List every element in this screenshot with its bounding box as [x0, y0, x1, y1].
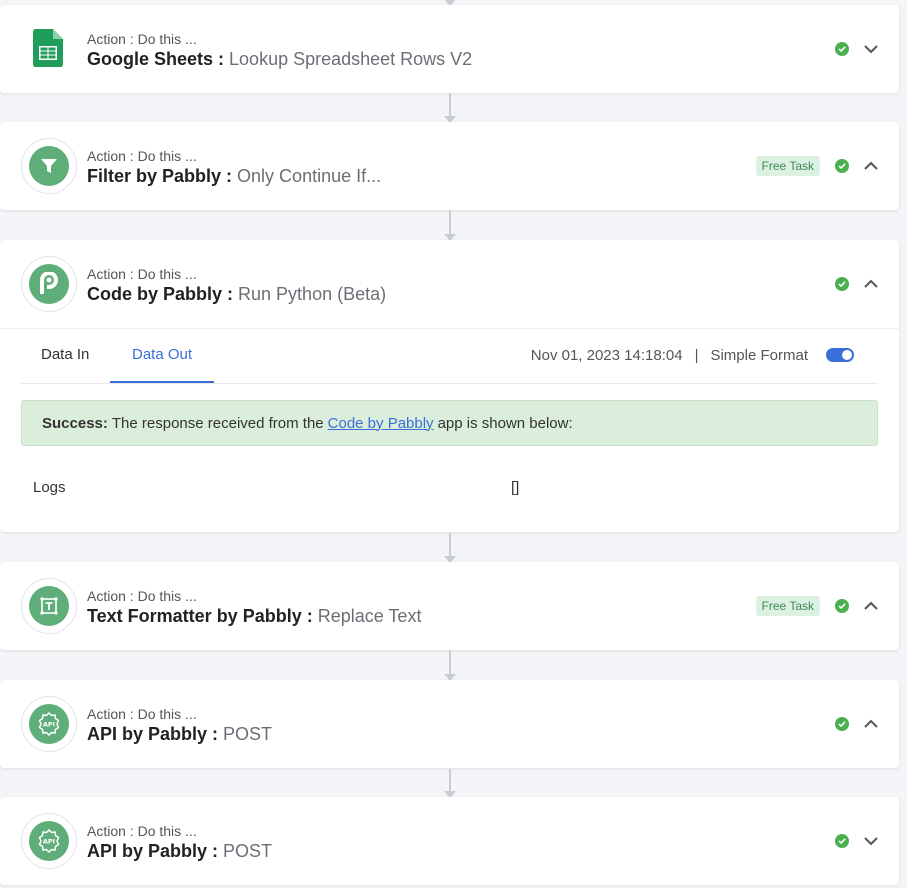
- step-card-api-2[interactable]: API Action : Do this ... API by Pabbly :…: [0, 797, 899, 885]
- check-icon: [835, 42, 849, 56]
- step-title: Code by Pabbly : Run Python (Beta): [87, 284, 386, 305]
- connector-line: [444, 211, 456, 241]
- action-label: Action : Do this ...: [87, 588, 197, 604]
- app-name: Text Formatter by Pabbly: [87, 606, 302, 626]
- step-card-text-formatter[interactable]: Action : Do this ... Text Formatter by P…: [0, 562, 899, 650]
- check-icon: [835, 717, 849, 731]
- step-card-filter[interactable]: Action : Do this ... Filter by Pabbly : …: [0, 122, 899, 210]
- success-text-pre: The response received from the: [111, 414, 324, 432]
- chevron-up-icon[interactable]: [863, 716, 879, 732]
- success-alert: Success: The response received from the …: [21, 400, 878, 446]
- event-name: POST: [223, 841, 273, 861]
- step-card-google-sheets[interactable]: Action : Do this ... Google Sheets : Loo…: [0, 5, 899, 93]
- chevron-up-icon[interactable]: [863, 598, 879, 614]
- connector-line: [444, 533, 456, 563]
- svg-text:API: API: [43, 838, 55, 846]
- step-title: API by Pabbly : POST: [87, 841, 272, 862]
- api-icon: API: [21, 813, 77, 869]
- tab-data-out[interactable]: Data Out: [110, 329, 214, 383]
- svg-text:API: API: [43, 721, 55, 729]
- chevron-down-icon[interactable]: [863, 833, 879, 849]
- connector-line: [444, 769, 456, 798]
- text-formatter-icon: [21, 578, 77, 634]
- free-task-badge: Free Task: [755, 596, 820, 616]
- step-title: Google Sheets : Lookup Spreadsheet Rows …: [87, 49, 472, 70]
- app-name: Google Sheets: [87, 49, 214, 69]
- logs-key: Logs: [33, 479, 66, 496]
- title-separator: :: [301, 606, 318, 626]
- title-separator: :: [221, 166, 238, 186]
- title-separator: :: [207, 724, 224, 744]
- event-name: Only Continue If...: [237, 166, 382, 186]
- response-row: Logs []: [0, 446, 899, 534]
- app-name: API by Pabbly: [87, 724, 208, 744]
- title-separator: :: [207, 841, 224, 861]
- filter-icon: [21, 138, 77, 194]
- title-separator: :: [222, 284, 239, 304]
- response-meta: Nov 01, 2023 14:18:04 | Simple Format: [531, 329, 854, 381]
- step-title: API by Pabbly : POST: [87, 724, 272, 745]
- simple-format-toggle[interactable]: [826, 348, 854, 362]
- connector-line: [444, 94, 456, 123]
- action-label: Action : Do this ...: [87, 148, 197, 164]
- free-task-badge: Free Task: [755, 156, 820, 176]
- chevron-up-icon[interactable]: [863, 158, 879, 174]
- check-icon: [835, 159, 849, 173]
- step-card-api-1[interactable]: API Action : Do this ... API by Pabbly :…: [0, 680, 899, 768]
- event-name: Run Python (Beta): [238, 284, 387, 304]
- action-label: Action : Do this ...: [87, 266, 197, 282]
- toggle-knob: [842, 350, 852, 360]
- logs-value: []: [511, 479, 520, 496]
- code-by-pabbly-link[interactable]: Code by Pabbly: [328, 415, 434, 432]
- app-name: Filter by Pabbly: [87, 166, 222, 186]
- action-label: Action : Do this ...: [87, 823, 197, 839]
- check-icon: [835, 599, 849, 613]
- response-timestamp: Nov 01, 2023 14:18:04: [530, 346, 683, 364]
- success-label: Success:: [42, 414, 108, 432]
- event-name: Lookup Spreadsheet Rows V2: [229, 49, 473, 69]
- app-name: Code by Pabbly: [87, 284, 223, 304]
- data-tabs: Data In Data Out Nov 01, 2023 14:18:04 |…: [21, 329, 878, 384]
- action-label: Action : Do this ...: [87, 706, 197, 722]
- check-icon: [835, 834, 849, 848]
- step-card-code[interactable]: Action : Do this ... Code by Pabbly : Ru…: [0, 240, 899, 532]
- api-icon: API: [21, 696, 77, 752]
- simple-format-label: Simple Format: [710, 346, 808, 364]
- pabbly-p-icon: [21, 256, 77, 312]
- action-label: Action : Do this ...: [87, 31, 197, 47]
- app-name: API by Pabbly: [87, 841, 208, 861]
- chevron-up-icon[interactable]: [863, 276, 879, 292]
- meta-divider: |: [694, 346, 699, 364]
- step-title: Text Formatter by Pabbly : Replace Text: [87, 606, 421, 627]
- tab-data-in[interactable]: Data In: [41, 329, 89, 381]
- success-text-post: app is shown below:: [437, 414, 573, 432]
- title-separator: :: [213, 49, 230, 69]
- event-name: POST: [223, 724, 273, 744]
- connector-line: [444, 651, 456, 681]
- chevron-down-icon[interactable]: [863, 41, 879, 57]
- connector-line: [444, 0, 456, 6]
- step-title: Filter by Pabbly : Only Continue If...: [87, 166, 381, 187]
- check-icon: [835, 277, 849, 291]
- event-name: Replace Text: [317, 606, 422, 626]
- google-sheets-icon: [21, 21, 75, 75]
